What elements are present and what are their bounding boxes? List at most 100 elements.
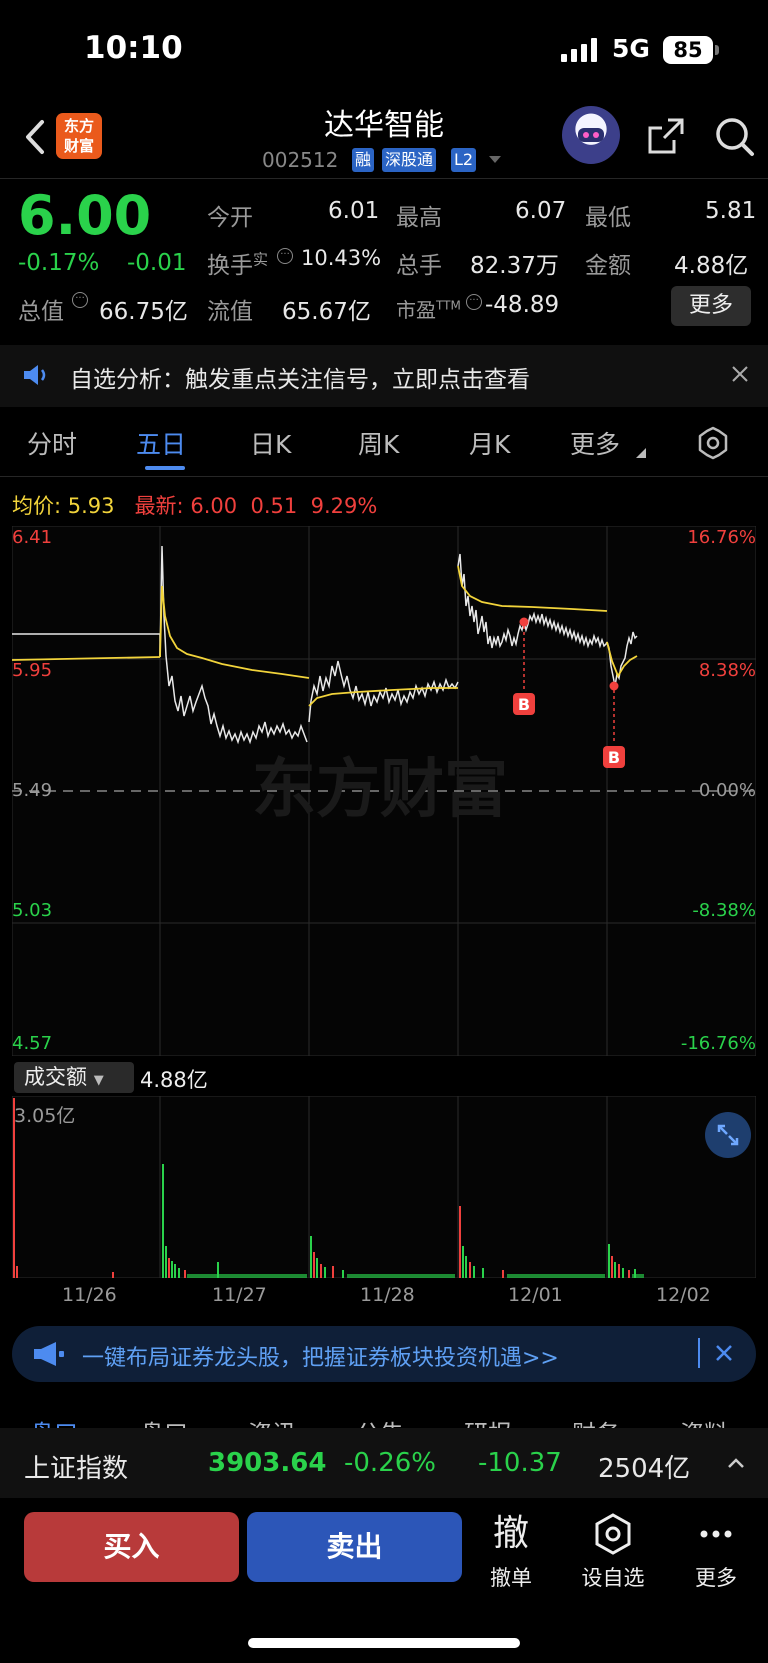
y-tick-right: 0.00%: [698, 780, 756, 801]
sub-tab[interactable]: 盘口: [30, 1414, 78, 1428]
buy-marker-point: [519, 617, 529, 627]
x-tick: 11/26: [62, 1284, 117, 1306]
change-amount: -0.01: [127, 250, 187, 276]
sub-tab[interactable]: 公告: [356, 1414, 404, 1428]
volume-bar: [112, 1272, 114, 1278]
tab-5day[interactable]: 五日: [136, 425, 186, 461]
sub-tab[interactable]: 财务: [572, 1414, 620, 1428]
close-icon[interactable]: [714, 1343, 734, 1363]
tab-more[interactable]: 更多: [570, 425, 620, 461]
x-tick: 11/27: [212, 1284, 267, 1306]
tab-weekly-k[interactable]: 周K: [358, 425, 399, 461]
volume-bar: [465, 1256, 467, 1278]
more-actions-button[interactable]: 更多: [676, 1512, 756, 1592]
sub-tab[interactable]: 资料: [680, 1414, 728, 1428]
volume-bar: [502, 1270, 504, 1278]
volume-bar: [482, 1268, 484, 1278]
tab-daily-k[interactable]: 日K: [250, 425, 291, 461]
volume-value: 82.37万: [470, 253, 559, 279]
volume-bar: [162, 1164, 164, 1278]
settings-gear-icon[interactable]: [696, 426, 730, 460]
open-value: 6.01: [328, 198, 380, 224]
notice-text[interactable]: 自选分析：触发重点关注信号，立即点击查看: [70, 360, 530, 394]
volume-bar: [184, 1270, 186, 1278]
y-tick-right: -16.76%: [680, 1033, 756, 1054]
mktcap-label: 总值: [18, 299, 64, 325]
volume-bar: [168, 1258, 170, 1278]
volume-bar: [342, 1270, 344, 1278]
promo-text[interactable]: 一键布局证券龙头股，把握证券板块投资机遇>>: [82, 1340, 559, 1372]
index-name: 上证指数: [24, 1454, 129, 1484]
pe-label: 市盈TTM: [396, 298, 461, 322]
margin-tag: 融: [352, 148, 375, 172]
chevron-up-icon[interactable]: [726, 1456, 746, 1470]
y-tick-left: 5.95: [12, 660, 53, 681]
network-type: 5G: [612, 34, 650, 63]
chart-info-line: 均价: 5.93 最新: 6.00 0.51 9.29%: [12, 494, 378, 518]
back-icon[interactable]: [16, 112, 56, 162]
index-percent: -0.26%: [344, 1448, 436, 1478]
home-indicator[interactable]: [248, 1638, 520, 1648]
cellular-signal-icon: [561, 38, 597, 62]
search-icon[interactable]: [714, 116, 756, 158]
tab-intraday[interactable]: 分时: [27, 425, 77, 461]
volume-bar: [310, 1236, 312, 1278]
y-tick-right: 8.38%: [698, 660, 756, 681]
float-label: 流值: [207, 299, 253, 325]
sell-button[interactable]: 卖出: [247, 1512, 462, 1582]
info-icon[interactable]: ···: [466, 294, 482, 310]
volume-bar: [320, 1264, 322, 1278]
more-quote-button[interactable]: 更多: [671, 286, 751, 326]
volume-bar: [332, 1266, 334, 1278]
sub-tabs-row[interactable]: 盘口 盘口 资讯 公告 研报 财务 资料: [0, 1400, 768, 1428]
amount-value: 4.88亿: [674, 253, 749, 279]
sub-tab[interactable]: 盘口: [140, 1414, 188, 1428]
low-value: 5.81: [705, 198, 757, 224]
pe-value: -48.89: [485, 292, 560, 318]
volume-bar: [178, 1268, 180, 1278]
watermark: 东方财富: [252, 753, 508, 827]
price-chart[interactable]: 东方财富 B B: [12, 526, 756, 1056]
buy-button[interactable]: 买入: [24, 1512, 239, 1582]
volume-bar: [614, 1262, 616, 1278]
high-value: 6.07: [515, 198, 567, 224]
amount-label: 金额: [585, 253, 631, 279]
volume-bar: [469, 1262, 471, 1278]
volume-total: 4.88亿: [140, 1068, 208, 1092]
volume-bar: [473, 1266, 475, 1278]
open-label: 今开: [207, 205, 253, 231]
cancel-order-button[interactable]: 撤 撤单: [471, 1512, 551, 1592]
buy-marker: B: [608, 748, 620, 767]
volume-bar: [316, 1258, 318, 1278]
buy-marker-point: [609, 681, 619, 691]
volume-bar: [608, 1244, 610, 1278]
current-price: 6.00: [18, 184, 152, 247]
battery-icon: 85: [663, 36, 713, 64]
volume-bar: [16, 1266, 18, 1278]
add-watchlist-button[interactable]: 设自选: [573, 1512, 653, 1592]
info-icon[interactable]: ···: [277, 248, 293, 264]
volume-bar: [618, 1264, 620, 1278]
high-label: 最高: [396, 205, 442, 231]
tab-active-indicator: [145, 466, 185, 470]
tab-monthly-k[interactable]: 月K: [469, 425, 510, 461]
cancel-order-icon: 撤: [492, 1513, 529, 1554]
chevron-down-icon[interactable]: [489, 156, 501, 163]
stock-code: 002512: [262, 148, 339, 172]
expand-chart-icon[interactable]: [705, 1112, 751, 1158]
level2-tag: L2: [451, 148, 477, 172]
volume-indicator-dropdown[interactable]: 成交额 ▼: [14, 1062, 134, 1093]
sub-tab[interactable]: 研报: [464, 1414, 512, 1428]
sub-tab[interactable]: 资讯: [248, 1414, 296, 1428]
x-tick: 12/02: [656, 1284, 711, 1306]
robot-assistant-icon[interactable]: [562, 106, 620, 164]
x-tick: 11/28: [360, 1284, 415, 1306]
volume-chart[interactable]: [12, 1096, 756, 1278]
share-icon[interactable]: [646, 116, 686, 156]
y-tick-right: -8.38%: [692, 900, 756, 921]
index-value: 3903.64: [208, 1448, 327, 1478]
y-tick-right: 16.76%: [687, 527, 756, 548]
close-icon[interactable]: [730, 364, 750, 384]
volume-bar: [324, 1267, 326, 1278]
info-icon[interactable]: ···: [72, 292, 88, 308]
